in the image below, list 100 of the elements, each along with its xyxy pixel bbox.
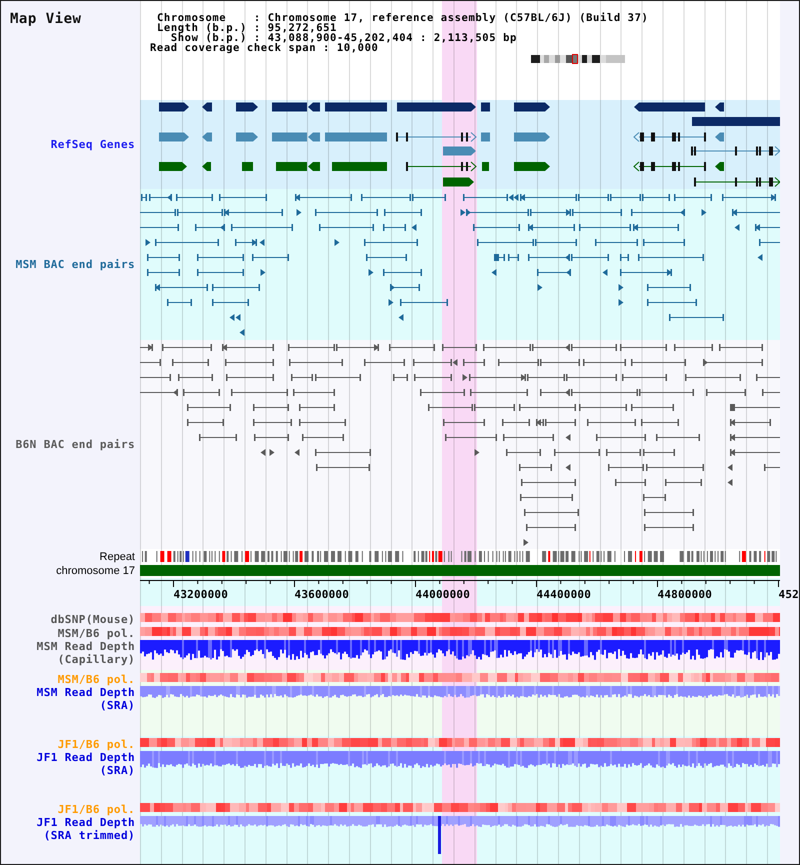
ruler-label: 43600000: [294, 588, 350, 601]
gene-model: [443, 178, 474, 186]
gene-model: [159, 132, 189, 142]
gene-model: [482, 162, 489, 171]
bac-end-pair: [730, 419, 772, 426]
bac-end-pair: [166, 299, 192, 306]
bac-end-pair: [146, 254, 180, 261]
bac-end-pair: [702, 359, 764, 366]
bac-end-pair: [254, 434, 290, 441]
bac-end-pair: [508, 254, 520, 261]
repeat-element: [749, 551, 752, 562]
bac-end-pair: [664, 479, 702, 486]
bac-end-pair: [302, 434, 344, 441]
repeat-element: [374, 551, 379, 562]
bac-end-pair: [186, 419, 224, 426]
bac-end-marker: [566, 434, 570, 441]
repeat-element: [395, 551, 400, 562]
bac-end-pair: [140, 359, 162, 366]
bac-end-pair: [718, 344, 764, 351]
bac-end-pair: [154, 284, 208, 291]
bac-end-pair: [582, 359, 626, 366]
bac-end-marker: [388, 299, 394, 306]
repeat-element: [639, 551, 642, 562]
repeat-element: [234, 551, 238, 562]
gene-model: [242, 162, 253, 171]
gene-model: [159, 102, 189, 112]
gene-model: [236, 102, 258, 112]
ruler-label: 44000000: [416, 588, 470, 601]
info-line: Read coverage check span : 10,000: [150, 43, 378, 53]
gene-model: [715, 132, 724, 142]
track-label: JF1 Read Depth: [36, 816, 135, 829]
bac-end-pair: [756, 374, 780, 381]
gene-model: [236, 132, 258, 142]
bac-end-pair: [764, 464, 780, 471]
bac-end-marker: [260, 269, 266, 276]
bac-end-pair: [390, 284, 420, 291]
bac-end-pair: [684, 374, 742, 381]
repeat-element: [369, 551, 372, 562]
bac-end-marker: [412, 224, 416, 231]
repeat-element: [680, 551, 684, 562]
repeat-element: [276, 551, 278, 562]
bac-end-marker: [452, 359, 458, 366]
bac-end-pair: [642, 494, 666, 501]
bac-end-pair: [176, 194, 214, 201]
bac-end-marker: [602, 269, 608, 276]
bac-end-pair: [620, 269, 672, 276]
bac-end-marker: [524, 539, 528, 546]
track-label: MSM Read Depth: [36, 686, 135, 699]
bac-end-pair: [730, 434, 780, 441]
bac-end-pair: [186, 404, 232, 411]
gene-model: [325, 132, 387, 142]
ruler-label: 44800000: [658, 588, 712, 601]
bac-end-marker: [368, 269, 374, 276]
bac-end-pair: [252, 404, 290, 411]
bac-end-pair: [294, 194, 352, 201]
bac-end-pair: [154, 239, 220, 246]
repeat-element: [204, 551, 207, 562]
bac-end-pair: [754, 224, 780, 231]
bac-end-marker: [398, 314, 404, 321]
bac-end-pair: [162, 344, 212, 351]
bac-end-pair: [288, 359, 344, 366]
bac-end-pair: [140, 389, 178, 396]
gene-model: [514, 162, 550, 171]
repeat-element: [542, 551, 546, 562]
bac-end-marker: [474, 449, 480, 456]
gene-model: [514, 102, 550, 112]
track-label: Repeat: [100, 550, 135, 562]
bac-end-pair: [218, 194, 268, 201]
repeat-element: [754, 551, 757, 562]
bac-end-pair: [388, 344, 436, 351]
bac-end-pair: [520, 479, 576, 486]
bac-end-pair: [470, 389, 528, 396]
bac-end-pair: [554, 449, 600, 456]
repeat-element: [173, 551, 176, 562]
gene-model: [481, 132, 490, 142]
repeat-element: [508, 551, 512, 562]
repeat-element: [526, 551, 530, 562]
bac-end-marker: [240, 329, 244, 336]
bac-end-pair: [614, 479, 646, 486]
bac-end-pair: [224, 359, 274, 366]
track-label: JF1/B6 pol.: [58, 738, 135, 750]
bac-end-marker: [260, 239, 264, 246]
bac-end-marker: [294, 449, 300, 456]
bac-end-pair: [182, 389, 220, 396]
view-title: Map View: [10, 11, 82, 27]
repeat-element: [271, 551, 274, 562]
repeat-element: [607, 551, 612, 562]
bac-end-pair: [730, 449, 780, 456]
track-label: chromosome 17: [56, 565, 135, 577]
info-line: Chromosome : Chromosome 17, reference assembly (C57BL/6J) (Build 37): [157, 13, 648, 23]
bac-end-pair: [198, 434, 238, 441]
repeat-element: [759, 551, 762, 562]
bac-end-pair: [444, 434, 498, 441]
bac-end-pair: [140, 224, 180, 231]
track-label: dbSNP(Mouse): [50, 612, 135, 626]
bac-end-pair: [526, 524, 576, 531]
bac-end-pair: [646, 284, 692, 291]
bac-end-pair: [502, 419, 530, 426]
bac-end-pair: [594, 239, 638, 246]
bac-end-pair: [172, 359, 210, 366]
